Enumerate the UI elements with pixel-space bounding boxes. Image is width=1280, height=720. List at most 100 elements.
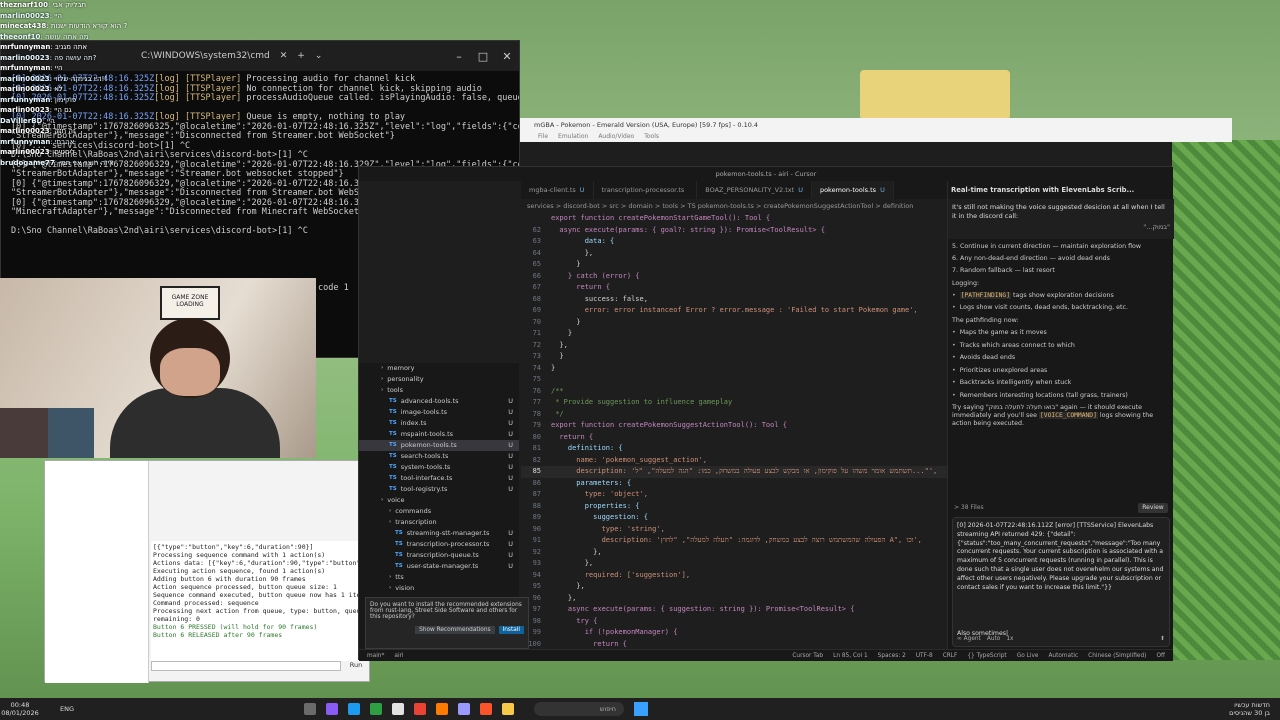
folder-item[interactable]: › transcription — [359, 517, 519, 528]
editor-tabs[interactable]: mgba-client.ts Utranscription-processor.t… — [521, 181, 947, 199]
agent-chat-panel[interactable]: Real-time transcription with ElevenLabs … — [947, 181, 1174, 649]
tab-status: U — [880, 186, 885, 194]
clock-date: 08/01/2026 — [1, 709, 39, 717]
agent-mode-selector[interactable]: ∞ Agent — [957, 635, 981, 644]
status-item[interactable]: Off — [1156, 653, 1165, 659]
folder-item[interactable]: › tts — [359, 572, 519, 583]
folder-item[interactable]: › tools — [359, 385, 519, 396]
status-item[interactable]: {} TypeScript — [967, 653, 1006, 659]
new-tab-icon[interactable]: + — [297, 51, 305, 61]
file-item[interactable]: TS transcription-processor.ts U — [359, 539, 519, 550]
chat-text: : לא — [49, 85, 63, 93]
chat-input[interactable]: [0] 2026-01-07T22:48:16.112Z [error] [TT… — [952, 517, 1170, 647]
streamer-bot-command-input[interactable] — [151, 661, 341, 671]
file-item[interactable]: TS tool-registry.ts U — [359, 484, 519, 495]
status-item[interactable]: Chinese (Simplified) — [1088, 653, 1146, 659]
gba-menu-emulation[interactable]: Emulation — [558, 132, 588, 142]
line-number: 93 — [532, 559, 541, 567]
editor-tab[interactable]: pokemon-tools.ts U — [811, 181, 894, 199]
file-item[interactable]: TS index.ts U — [359, 418, 519, 429]
status-item[interactable]: CRLF — [943, 653, 958, 659]
status-item[interactable]: airi — [394, 653, 403, 659]
taskbar[interactable]: 00:48 08/01/2026 ENG חיפוש חדשות עכשיו ב… — [0, 698, 1280, 720]
language-indicator[interactable]: ENG — [60, 705, 74, 713]
window-title: pokemon-tools.ts - airi - Cursor — [359, 167, 1173, 181]
model-selector[interactable]: Auto — [987, 635, 1000, 644]
git-status: U — [508, 397, 513, 405]
code-line: 65 } — [521, 259, 947, 271]
app-icon[interactable] — [392, 703, 405, 715]
file-item[interactable]: TS image-tools.ts U — [359, 407, 519, 418]
editor-tab[interactable]: transcription-processor.ts — [594, 181, 698, 199]
app-icon[interactable] — [458, 703, 471, 715]
send-icon[interactable]: ⬆ — [1160, 635, 1165, 644]
status-item[interactable]: main* — [367, 653, 384, 659]
app-icon[interactable] — [414, 703, 427, 715]
file-item[interactable]: TS pokemon-tools.ts U — [359, 440, 519, 451]
code-text: return { — [551, 283, 611, 291]
gba-menu-audio-video[interactable]: Audio/Video — [598, 132, 634, 142]
item-label: image-tools.ts — [400, 408, 448, 416]
status-item[interactable]: Automatic — [1048, 653, 1078, 659]
line-number: 64 — [532, 248, 541, 257]
code-line: 85 description: 'תשתמש אומר משהו על פוקי… — [521, 466, 947, 478]
code-editor[interactable]: export function createPokemonStartGameTo… — [521, 213, 947, 649]
maximize-icon[interactable]: □ — [471, 50, 495, 63]
file-item[interactable]: TS streaming-stt-manager.ts U — [359, 528, 519, 539]
app-icon[interactable] — [348, 703, 361, 715]
minimize-icon[interactable]: – — [447, 50, 471, 63]
editor-tab[interactable]: mgba-client.ts U — [521, 181, 594, 199]
chevron-down-icon[interactable]: ⌄ — [315, 51, 323, 61]
folder-icon[interactable] — [502, 703, 515, 715]
folder-item[interactable]: › voice — [359, 495, 519, 506]
status-item[interactable]: Spaces: 2 — [878, 653, 906, 659]
app-icon[interactable] — [480, 703, 493, 715]
code-text: }, — [551, 248, 594, 257]
taskbar-clock[interactable]: 00:48 08/01/2026 — [0, 701, 40, 717]
folder-item[interactable]: › personality — [359, 374, 519, 385]
close-icon[interactable]: ✕ — [495, 50, 519, 63]
file-item[interactable]: TS user-state-manager.ts U — [359, 561, 519, 572]
count-selector[interactable]: 1x — [1006, 635, 1013, 644]
folder-item[interactable]: › commands — [359, 506, 519, 517]
file-item[interactable]: TS mspaint-tools.ts U — [359, 429, 519, 440]
file-item[interactable]: TS advanced-tools.ts U — [359, 396, 519, 407]
review-button[interactable]: Review — [1138, 503, 1168, 513]
item-label: tts — [395, 573, 404, 581]
app-icon[interactable] — [326, 703, 339, 715]
folder-item[interactable]: › vision — [359, 583, 519, 594]
app-icon[interactable] — [370, 703, 383, 715]
taskbar-search[interactable]: חיפוש — [534, 702, 625, 716]
breadcrumb[interactable]: services > discord-bot > src > domain > … — [521, 199, 947, 213]
file-item[interactable]: TS transcription-queue.ts U — [359, 550, 519, 561]
status-item[interactable]: Ln 85, Col 1 — [833, 653, 868, 659]
file-item[interactable]: TS system-tools.ts U — [359, 462, 519, 473]
streamer-bot-window[interactable]: [{"type":"button","key":6,"duration":90}… — [44, 460, 370, 683]
show-recommendations-button[interactable]: Show Recommendations — [415, 626, 495, 634]
chat-title[interactable]: Real-time transcription with ElevenLabs … — [948, 181, 1173, 199]
file-item[interactable]: TS search-tools.ts U — [359, 451, 519, 462]
app-icon[interactable] — [304, 703, 317, 715]
gba-menu-bar[interactable]: File Emulation Audio/Video Tools — [520, 132, 1232, 142]
terminal-tab[interactable]: C:\WINDOWS\system32\cmd — [141, 51, 270, 61]
gba-menu-file[interactable]: File — [538, 132, 548, 142]
status-item[interactable]: Go Live — [1017, 653, 1039, 659]
notice-text: Do you want to install the recommended e… — [370, 602, 522, 620]
file-item[interactable]: TS tool-interface.ts U — [359, 473, 519, 484]
cursor-editor-window[interactable]: pokemon-tools.ts - airi - Cursor mgba-cl… — [358, 166, 1174, 661]
news-widget[interactable]: חדשות עכשיו בן 30 שהניסים — [1229, 701, 1270, 717]
app-icon[interactable] — [436, 703, 449, 715]
taskbar-apps[interactable] — [304, 703, 515, 715]
code-text: try { — [551, 616, 598, 625]
close-tab-icon[interactable]: ✕ — [280, 51, 288, 61]
inline-code: [VOICE_COMMAND] — [1039, 412, 1098, 420]
editor-tab[interactable]: BOAZ_PERSONALITY_V2.txt U — [697, 181, 812, 199]
folder-item[interactable]: › memory — [359, 363, 519, 374]
status-item[interactable]: UTF-8 — [916, 653, 933, 659]
item-label: transcription-processor.ts — [406, 540, 490, 548]
status-bar[interactable]: main* airi Cursor Tab Ln 85, Col 1 Spaces: 2… — [359, 649, 1173, 661]
windows-start-icon[interactable] — [634, 702, 649, 716]
status-item[interactable]: Cursor Tab — [792, 653, 823, 659]
bullet-text: Logs show visit counts, dead ends, backt… — [959, 304, 1128, 312]
gba-menu-tools[interactable]: Tools — [644, 132, 659, 142]
